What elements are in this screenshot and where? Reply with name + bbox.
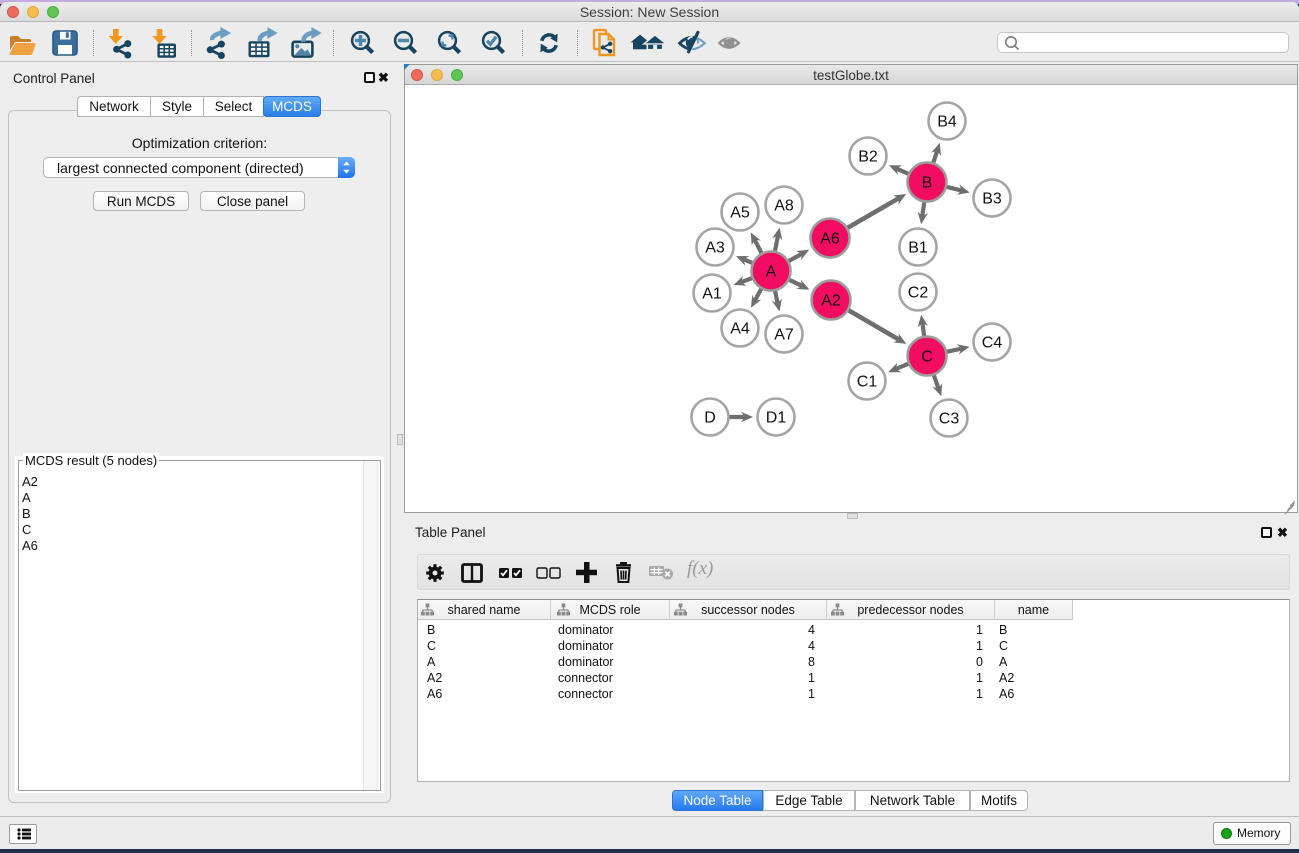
svg-text:B1: B1 bbox=[908, 240, 928, 257]
svg-text:D1: D1 bbox=[766, 410, 787, 427]
svg-text:A2: A2 bbox=[821, 293, 841, 310]
svg-text:C4: C4 bbox=[982, 335, 1003, 352]
svg-text:A3: A3 bbox=[705, 240, 725, 257]
svg-text:A1: A1 bbox=[702, 286, 722, 303]
svg-text:A: A bbox=[766, 264, 777, 281]
svg-text:C: C bbox=[921, 349, 933, 366]
svg-text:A6: A6 bbox=[820, 231, 840, 248]
svg-text:B: B bbox=[922, 175, 933, 192]
svg-text:C3: C3 bbox=[939, 411, 960, 428]
svg-text:A5: A5 bbox=[730, 205, 750, 222]
svg-text:A7: A7 bbox=[774, 327, 794, 344]
svg-text:A4: A4 bbox=[730, 321, 750, 338]
svg-text:A8: A8 bbox=[774, 198, 794, 215]
svg-text:B4: B4 bbox=[937, 114, 957, 131]
svg-text:B3: B3 bbox=[982, 191, 1002, 208]
svg-text:C2: C2 bbox=[908, 285, 929, 302]
svg-text:B2: B2 bbox=[858, 149, 878, 166]
svg-text:D: D bbox=[704, 410, 716, 427]
svg-text:C1: C1 bbox=[857, 374, 878, 391]
